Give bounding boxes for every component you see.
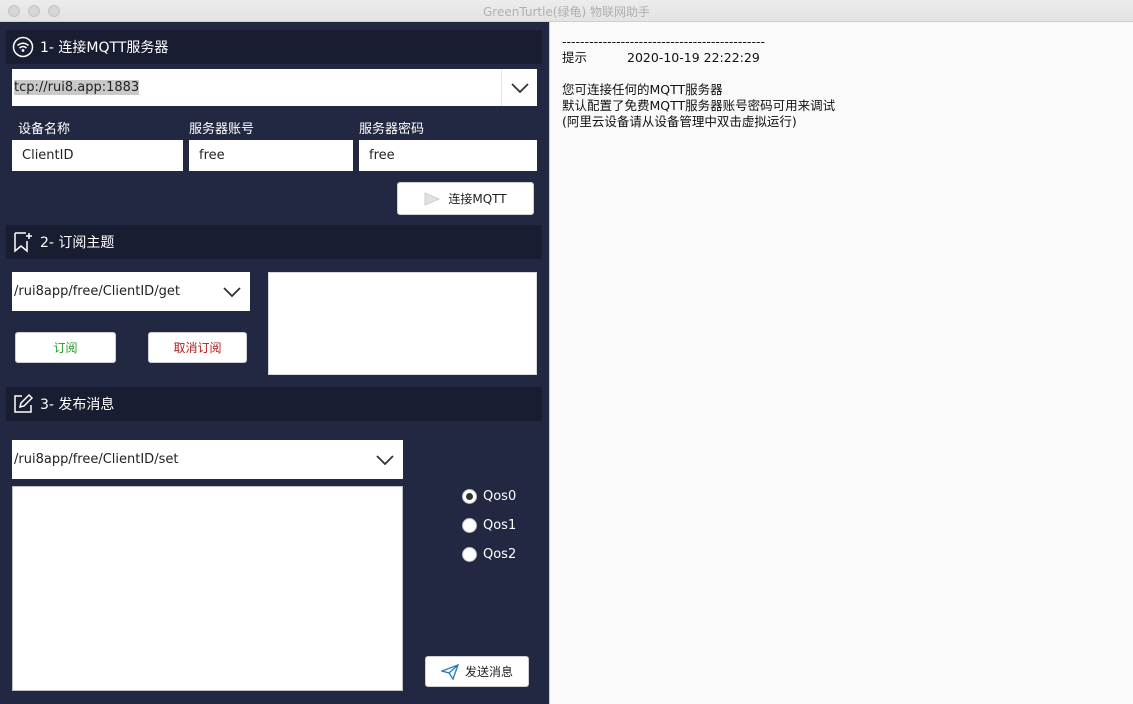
device-name-field[interactable]: ClientID — [12, 140, 183, 171]
connect-section-header: 1- 连接MQTT服务器 — [6, 30, 542, 64]
publish-topic-combobox[interactable]: /rui8app/free/ClientID/set — [12, 440, 403, 479]
log-line: 您可连接任何的MQTT服务器 — [562, 82, 723, 97]
paper-plane-icon — [440, 663, 459, 680]
unsubscribe-button[interactable]: 取消订阅 — [148, 332, 247, 363]
subscribe-section-header: 2- 订阅主题 — [6, 225, 542, 259]
subscribed-topics-list[interactable] — [268, 272, 537, 375]
subscribe-topic-value: /rui8app/free/ClientID/get — [14, 284, 180, 299]
connect-mqtt-button[interactable]: 连接MQTT — [397, 182, 534, 215]
server-url-combobox[interactable]: tcp://rui8.app:1883 — [12, 69, 537, 106]
log-entry-time: 2020-10-19 22:22:29 — [627, 50, 760, 65]
send-message-button[interactable]: 发送消息 — [425, 656, 529, 687]
chevron-down-icon[interactable] — [501, 69, 537, 106]
log-entry-tag: 提示 — [562, 50, 588, 65]
send-message-label: 发送消息 — [464, 665, 513, 679]
log-line: (阿里云设备请从设备管理中双击虚拟运行) — [562, 114, 797, 129]
publish-topic-value: /rui8app/free/ClientID/set — [14, 452, 179, 467]
radio-indicator — [462, 547, 477, 562]
play-icon — [424, 191, 441, 206]
window-titlebar: GreenTurtle(绿龟) 物联网助手 — [0, 0, 1133, 22]
qos0-label: Qos0 — [483, 489, 517, 504]
qos0-radio[interactable]: Qos0 — [462, 489, 516, 504]
server-password-label: 服务器密码 — [359, 122, 425, 137]
bookmark-add-icon — [12, 231, 34, 253]
device-name-label: 设备名称 — [18, 122, 71, 137]
subscribe-section-title: 2- 订阅主题 — [40, 235, 115, 251]
server-account-label: 服务器账号 — [189, 122, 255, 137]
qos2-label: Qos2 — [483, 547, 517, 562]
connect-mqtt-label: 连接MQTT — [448, 192, 507, 206]
radio-selected-indicator — [462, 489, 477, 504]
control-panel: 1- 连接MQTT服务器 tcp://rui8.app:1883 设备名称 服务… — [0, 22, 549, 704]
server-account-field[interactable]: free — [189, 140, 353, 171]
server-password-field[interactable]: free — [359, 140, 537, 171]
window-title: GreenTurtle(绿龟) 物联网助手 — [483, 5, 650, 19]
qos2-radio[interactable]: Qos2 — [462, 547, 516, 562]
log-separator: ----------------------------------------… — [562, 34, 765, 49]
log-entry-header: 提示 2020-10-19 22:22:29 — [562, 50, 835, 66]
subscribe-button[interactable]: 订阅 — [15, 332, 116, 363]
edit-icon — [12, 393, 34, 415]
log-output: ----------------------------------------… — [562, 34, 835, 130]
publish-message-textarea[interactable] — [12, 486, 403, 691]
server-url-value: tcp://rui8.app:1883 — [14, 80, 140, 95]
connect-section-title: 1- 连接MQTT服务器 — [40, 40, 169, 56]
log-panel[interactable]: ----------------------------------------… — [549, 22, 1133, 704]
log-line: 默认配置了免费MQTT服务器账号密码可用来调试 — [562, 98, 836, 113]
qos1-label: Qos1 — [483, 518, 517, 533]
qos1-radio[interactable]: Qos1 — [462, 518, 516, 533]
chevron-down-icon[interactable] — [214, 272, 250, 311]
publish-section-header: 3- 发布消息 — [6, 387, 542, 421]
wifi-signal-icon — [12, 36, 34, 58]
chevron-down-icon[interactable] — [367, 440, 403, 479]
radio-indicator — [462, 518, 477, 533]
subscribe-topic-combobox[interactable]: /rui8app/free/ClientID/get — [12, 272, 250, 311]
publish-section-title: 3- 发布消息 — [40, 397, 115, 413]
